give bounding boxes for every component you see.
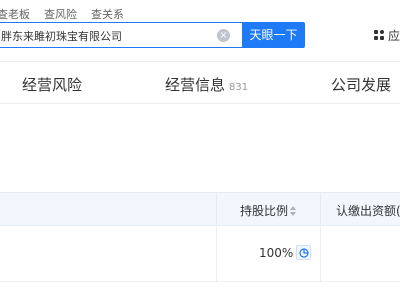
app-grid-icon <box>374 30 384 40</box>
search-button[interactable]: 天眼一下 <box>242 22 305 48</box>
search-input[interactable] <box>1 23 211 47</box>
column-header-share-ratio[interactable]: 持股比例 <box>240 202 297 219</box>
nav-item-company-development[interactable]: 公司发展 <box>331 74 391 95</box>
column-divider <box>216 193 217 226</box>
nav-item-operating-risk[interactable]: 经营风险 <box>22 74 82 95</box>
table-row: 100% <box>0 226 400 282</box>
column-divider <box>320 193 321 226</box>
clear-icon[interactable]: × <box>217 29 230 42</box>
shareholder-table-header: 持股比例 认缴出资额( <box>0 192 400 226</box>
equity-chart-icon[interactable] <box>296 245 311 260</box>
tab-boss[interactable]: 查老板 <box>0 6 30 22</box>
column-header-label: 持股比例 <box>240 204 289 218</box>
sort-icon[interactable] <box>290 206 297 216</box>
tab-risk[interactable]: 查风险 <box>44 6 77 22</box>
column-header-subscribed-capital: 认缴出资额( <box>336 204 400 218</box>
search-type-tabs: 查老板 查风险 查关系 <box>0 6 124 22</box>
column-divider <box>320 226 321 282</box>
search-box: 胖东来雎初珠宝有限公司 × <box>0 22 242 48</box>
app-download-link[interactable]: 应 <box>374 27 400 43</box>
section-nav: 经营风险 经营信息 831 公司发展 <box>0 62 400 104</box>
share-ratio-value: 100% <box>259 246 294 260</box>
nav-item-label: 经营风险 <box>22 76 83 94</box>
nav-item-operating-info[interactable]: 经营信息 831 <box>165 74 248 95</box>
top-header: 查老板 查风险 查关系 胖东来雎初珠宝有限公司 × 天眼一下 应 <box>0 0 400 62</box>
app-label: 应 <box>388 28 400 43</box>
nav-item-count: 831 <box>229 82 249 93</box>
nav-item-label: 公司发展 <box>331 76 392 94</box>
column-divider <box>216 226 217 282</box>
nav-item-label: 经营信息 <box>165 76 226 94</box>
tab-relation[interactable]: 查关系 <box>91 6 124 22</box>
